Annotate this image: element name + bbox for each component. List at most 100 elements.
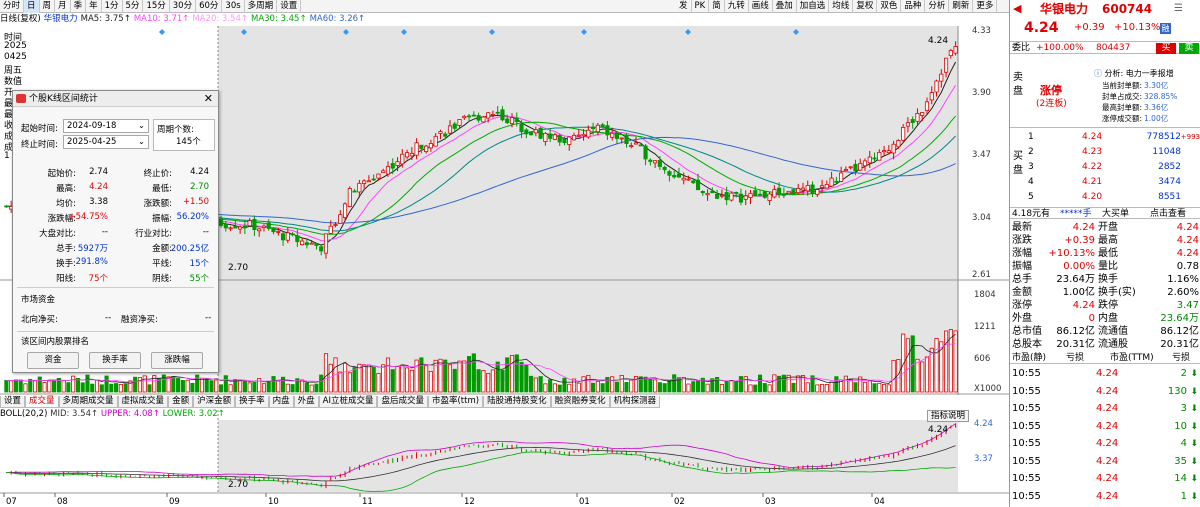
candle-body[interactable] xyxy=(481,116,486,123)
period-button[interactable]: 30s xyxy=(222,0,245,13)
indicator-tab[interactable]: 多周期成交量 xyxy=(58,396,118,408)
candle-body[interactable] xyxy=(452,123,457,129)
candle-body[interactable] xyxy=(853,163,858,172)
candle-body[interactable] xyxy=(729,192,734,201)
menu-icon[interactable]: ☰ xyxy=(1174,1,1183,17)
candle-body[interactable] xyxy=(619,137,624,140)
indicator-tab[interactable]: 外盘 xyxy=(293,396,319,408)
candle-body[interactable] xyxy=(486,112,491,119)
sell-button[interactable]: 卖 xyxy=(1179,43,1199,54)
candle-body[interactable] xyxy=(438,131,443,134)
candle-body[interactable] xyxy=(662,166,667,171)
indicator-tab[interactable]: 沪深金额 xyxy=(193,396,236,408)
candle-body[interactable] xyxy=(905,122,910,127)
candle-body[interactable] xyxy=(924,101,930,112)
candle-body[interactable] xyxy=(381,170,386,173)
candle-body[interactable] xyxy=(352,190,357,193)
candle-body[interactable] xyxy=(591,126,596,130)
period-button[interactable]: 分时 xyxy=(0,0,25,13)
big-order-row[interactable]: 4.18元有 *****手 大买单 点击查看 xyxy=(1010,207,1200,219)
period-button[interactable]: 月 xyxy=(55,0,71,13)
tool-button[interactable]: PK xyxy=(692,0,710,13)
candle-body[interactable] xyxy=(910,119,915,124)
tool-button[interactable]: 双色 xyxy=(877,0,902,13)
period-button[interactable]: 年 xyxy=(86,0,102,13)
candle-body[interactable] xyxy=(414,142,419,156)
tool-button[interactable]: 刷新 xyxy=(949,0,974,13)
candle-body[interactable] xyxy=(672,175,677,178)
candle-body[interactable] xyxy=(805,185,810,192)
candle-body[interactable] xyxy=(891,143,896,154)
candle-body[interactable] xyxy=(390,163,395,169)
candle-body[interactable] xyxy=(548,133,553,139)
candle-body[interactable] xyxy=(576,134,581,137)
rank-change-button[interactable]: 涨跌幅 xyxy=(151,352,203,369)
candle-body[interactable] xyxy=(715,193,720,199)
close-icon[interactable]: ✕ xyxy=(204,91,213,107)
tool-button[interactable]: 复权 xyxy=(853,0,878,13)
candle-body[interactable] xyxy=(934,80,939,93)
candle-body[interactable] xyxy=(223,223,228,229)
indicator-tab[interactable]: 设置 xyxy=(0,396,26,408)
indicator-help-button[interactable]: 指标说明 xyxy=(927,410,969,422)
candle-body[interactable] xyxy=(447,125,453,134)
indicator-tab[interactable]: 市盈率(ttm) xyxy=(427,396,484,408)
candle-body[interactable] xyxy=(791,189,796,195)
candle-body[interactable] xyxy=(858,162,863,171)
candle-body[interactable] xyxy=(371,178,376,181)
candle-body[interactable] xyxy=(247,220,252,227)
candle-body[interactable] xyxy=(896,140,901,148)
candle-body[interactable] xyxy=(514,117,519,123)
candle-body[interactable] xyxy=(266,222,271,229)
candle-body[interactable] xyxy=(395,161,400,166)
candle-body[interactable] xyxy=(519,123,524,133)
candle-body[interactable] xyxy=(777,187,782,195)
candle-body[interactable] xyxy=(810,184,815,194)
candle-body[interactable] xyxy=(309,242,314,245)
candle-body[interactable] xyxy=(638,144,643,147)
candle-body[interactable] xyxy=(695,179,701,191)
tool-button[interactable]: 均线 xyxy=(829,0,854,13)
candle-body[interactable] xyxy=(347,188,352,207)
candle-body[interactable] xyxy=(233,225,238,229)
candle-body[interactable] xyxy=(686,178,691,181)
candle-body[interactable] xyxy=(867,156,872,164)
candle-body[interactable] xyxy=(633,142,639,145)
candle-body[interactable] xyxy=(796,187,801,194)
candle-body[interactable] xyxy=(304,242,309,246)
candle-body[interactable] xyxy=(595,124,600,133)
candle-body[interactable] xyxy=(586,129,591,138)
candle-body[interactable] xyxy=(829,177,834,187)
rank-turnover-button[interactable]: 换手率 xyxy=(89,352,141,369)
candle-body[interactable] xyxy=(629,145,634,148)
candle-body[interactable] xyxy=(624,135,629,144)
candle-body[interactable] xyxy=(743,195,748,200)
candle-body[interactable] xyxy=(610,132,615,138)
start-time-picker[interactable]: 2024-09-18 ⌄ xyxy=(63,119,149,133)
candle-body[interactable] xyxy=(648,159,653,162)
tool-button[interactable]: 分析 xyxy=(925,0,950,13)
tool-button[interactable]: 品种 xyxy=(901,0,926,13)
indicator-tab[interactable]: 成交量 xyxy=(25,396,59,408)
candle-body[interactable] xyxy=(614,132,620,139)
tool-button[interactable]: 叠加 xyxy=(773,0,797,13)
candle-body[interactable] xyxy=(920,111,925,116)
candle-body[interactable] xyxy=(290,233,295,236)
range-stats-dialog[interactable]: 个股K线区间统计 ✕ 起始时间: 2024-09-18 ⌄ 终止时间: 2025-… xyxy=(12,90,219,373)
period-button[interactable]: 15分 xyxy=(143,0,170,13)
candle-body[interactable] xyxy=(819,185,825,188)
period-button[interactable]: 季 xyxy=(71,0,87,13)
candle-body[interactable] xyxy=(939,73,944,82)
candle-body[interactable] xyxy=(800,187,806,191)
candle-body[interactable] xyxy=(271,227,276,233)
candle-body[interactable] xyxy=(705,193,710,196)
tool-button[interactable]: 简 xyxy=(709,0,725,13)
candle-body[interactable] xyxy=(323,233,329,254)
candle-body[interactable] xyxy=(738,193,744,203)
candle-body[interactable] xyxy=(467,115,472,118)
indicator-tab[interactable]: 融资融券变化 xyxy=(550,396,610,408)
candle-body[interactable] xyxy=(4,205,9,208)
buy-button[interactable]: 买 xyxy=(1156,43,1176,54)
indicator-tab[interactable]: 盘后成交量 xyxy=(377,396,428,408)
candle-body[interactable] xyxy=(734,192,739,194)
